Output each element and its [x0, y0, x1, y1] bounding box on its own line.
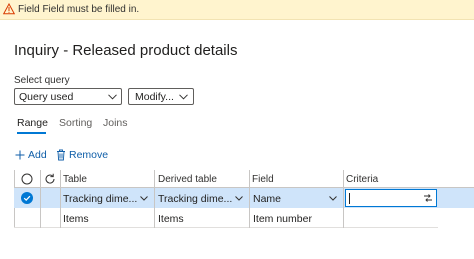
- column-divider: [40, 170, 41, 228]
- cell-derived-table[interactable]: Tracking dime...: [158, 193, 232, 205]
- criteria-input[interactable]: [345, 189, 437, 207]
- text-caret: [349, 193, 350, 204]
- query-combobox[interactable]: Query used: [14, 88, 122, 105]
- select-query-label: Select query: [14, 75, 70, 86]
- plus-icon: [15, 150, 25, 160]
- column-header-criteria[interactable]: Criteria: [346, 174, 378, 185]
- lookup-icon[interactable]: [423, 193, 433, 203]
- cell-table[interactable]: Tracking dime...: [63, 193, 137, 205]
- modify-button-label: Modify...: [135, 91, 174, 103]
- tab-joins[interactable]: Joins: [103, 117, 128, 129]
- column-divider: [249, 170, 250, 228]
- cell-derived-table[interactable]: Items: [158, 213, 184, 225]
- chevron-down-icon[interactable]: [329, 196, 337, 201]
- select-all-circle-icon[interactable]: [21, 173, 33, 185]
- warning-icon: [3, 3, 15, 15]
- column-divider: [154, 170, 155, 228]
- modify-button[interactable]: Modify...: [128, 88, 194, 105]
- chevron-down-icon: [108, 94, 117, 100]
- warning-bar: Field Field must be filled in.: [0, 0, 474, 20]
- remove-button-label: Remove: [69, 149, 109, 161]
- tab-range[interactable]: Range: [17, 117, 48, 129]
- chevron-down-icon[interactable]: [235, 196, 243, 201]
- column-header-field[interactable]: Field: [252, 174, 274, 185]
- chevron-down-icon: [179, 94, 188, 100]
- trash-icon: [57, 149, 65, 161]
- column-divider: [60, 170, 61, 228]
- row-selected-check-icon[interactable]: [21, 192, 33, 204]
- warning-message: Field Field must be filled in.: [18, 4, 140, 15]
- cell-field[interactable]: Item number: [253, 213, 312, 225]
- active-tab-indicator: [17, 132, 46, 134]
- tab-sorting[interactable]: Sorting: [59, 117, 92, 129]
- add-button-label: Add: [28, 149, 47, 161]
- query-combobox-value: Query used: [19, 91, 74, 103]
- chevron-down-icon[interactable]: [140, 196, 148, 201]
- cell-field[interactable]: Name: [253, 193, 281, 205]
- cell-table[interactable]: Items: [63, 213, 89, 225]
- column-header-table[interactable]: Table: [63, 174, 87, 185]
- page-title: Inquiry - Released product details: [14, 42, 238, 59]
- refresh-icon[interactable]: [44, 173, 56, 185]
- column-divider: [343, 170, 344, 228]
- column-header-derived-table[interactable]: Derived table: [158, 174, 217, 185]
